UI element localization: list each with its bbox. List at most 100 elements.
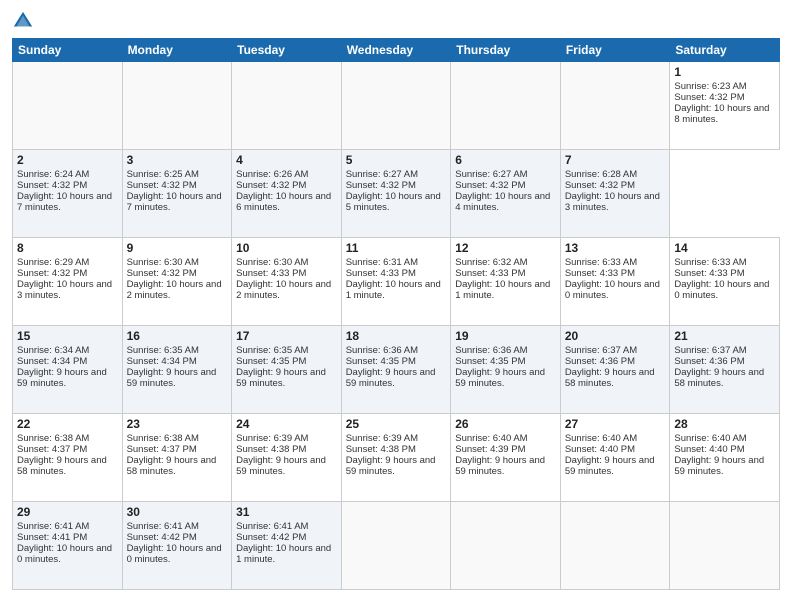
sunset-text: Sunset: 4:38 PM [236,444,306,455]
day-number: 28 [674,417,775,431]
daylight-text: Daylight: 10 hours and 3 minutes. [17,279,112,301]
calendar-week-row: 22 Sunrise: 6:38 AM Sunset: 4:37 PM Dayl… [13,414,780,502]
calendar-cell: 19 Sunrise: 6:36 AM Sunset: 4:35 PM Dayl… [451,326,561,414]
sunrise-text: Sunrise: 6:27 AM [455,169,527,180]
logo [12,10,36,32]
sunset-text: Sunset: 4:32 PM [17,180,87,191]
daylight-text: Daylight: 10 hours and 1 minute. [346,279,441,301]
sunset-text: Sunset: 4:40 PM [674,444,744,455]
sunset-text: Sunset: 4:32 PM [127,268,197,279]
daylight-text: Daylight: 10 hours and 5 minutes. [346,191,441,213]
day-number: 30 [127,505,228,519]
sunset-text: Sunset: 4:42 PM [236,532,306,543]
day-number: 9 [127,241,228,255]
daylight-text: Daylight: 10 hours and 2 minutes. [127,279,222,301]
calendar-header-row: SundayMondayTuesdayWednesdayThursdayFrid… [13,39,780,62]
sunrise-text: Sunrise: 6:40 AM [455,433,527,444]
calendar-cell: 4 Sunrise: 6:26 AM Sunset: 4:32 PM Dayli… [232,150,342,238]
day-number: 8 [17,241,118,255]
sunrise-text: Sunrise: 6:28 AM [565,169,637,180]
sunset-text: Sunset: 4:36 PM [674,356,744,367]
day-number: 14 [674,241,775,255]
calendar-cell: 7 Sunrise: 6:28 AM Sunset: 4:32 PM Dayli… [560,150,670,238]
sunrise-text: Sunrise: 6:39 AM [346,433,418,444]
sunset-text: Sunset: 4:35 PM [455,356,525,367]
sunrise-text: Sunrise: 6:39 AM [236,433,308,444]
calendar-cell: 8 Sunrise: 6:29 AM Sunset: 4:32 PM Dayli… [13,238,123,326]
sunset-text: Sunset: 4:33 PM [674,268,744,279]
calendar-header-monday: Monday [122,39,232,62]
calendar-cell [122,62,232,150]
calendar-week-row: 8 Sunrise: 6:29 AM Sunset: 4:32 PM Dayli… [13,238,780,326]
daylight-text: Daylight: 9 hours and 58 minutes. [565,367,655,389]
calendar-cell [341,62,451,150]
sunrise-text: Sunrise: 6:38 AM [127,433,199,444]
sunrise-text: Sunrise: 6:36 AM [455,345,527,356]
sunset-text: Sunset: 4:32 PM [674,92,744,103]
calendar-header-wednesday: Wednesday [341,39,451,62]
sunset-text: Sunset: 4:33 PM [565,268,635,279]
sunrise-text: Sunrise: 6:31 AM [346,257,418,268]
daylight-text: Daylight: 10 hours and 7 minutes. [17,191,112,213]
calendar-cell [451,62,561,150]
calendar-cell: 13 Sunrise: 6:33 AM Sunset: 4:33 PM Dayl… [560,238,670,326]
daylight-text: Daylight: 10 hours and 1 minute. [236,543,331,565]
sunrise-text: Sunrise: 6:33 AM [565,257,637,268]
calendar-cell: 31 Sunrise: 6:41 AM Sunset: 4:42 PM Dayl… [232,502,342,590]
day-number: 7 [565,153,666,167]
daylight-text: Daylight: 10 hours and 0 minutes. [127,543,222,565]
sunrise-text: Sunrise: 6:24 AM [17,169,89,180]
daylight-text: Daylight: 9 hours and 59 minutes. [127,367,217,389]
sunset-text: Sunset: 4:34 PM [127,356,197,367]
sunrise-text: Sunrise: 6:40 AM [674,433,746,444]
calendar-header-tuesday: Tuesday [232,39,342,62]
header [12,10,780,32]
calendar-header-sunday: Sunday [13,39,123,62]
day-number: 23 [127,417,228,431]
calendar-week-row: 29 Sunrise: 6:41 AM Sunset: 4:41 PM Dayl… [13,502,780,590]
sunrise-text: Sunrise: 6:26 AM [236,169,308,180]
day-number: 20 [565,329,666,343]
daylight-text: Daylight: 10 hours and 0 minutes. [565,279,660,301]
daylight-text: Daylight: 10 hours and 3 minutes. [565,191,660,213]
sunrise-text: Sunrise: 6:30 AM [127,257,199,268]
calendar-cell: 25 Sunrise: 6:39 AM Sunset: 4:38 PM Dayl… [341,414,451,502]
sunrise-text: Sunrise: 6:23 AM [674,81,746,92]
day-number: 25 [346,417,447,431]
sunset-text: Sunset: 4:37 PM [127,444,197,455]
calendar-cell: 27 Sunrise: 6:40 AM Sunset: 4:40 PM Dayl… [560,414,670,502]
calendar-header-saturday: Saturday [670,39,780,62]
daylight-text: Daylight: 10 hours and 0 minutes. [674,279,769,301]
daylight-text: Daylight: 9 hours and 59 minutes. [236,367,326,389]
daylight-text: Daylight: 10 hours and 0 minutes. [17,543,112,565]
calendar-table: SundayMondayTuesdayWednesdayThursdayFrid… [12,38,780,590]
day-number: 11 [346,241,447,255]
calendar-cell: 17 Sunrise: 6:35 AM Sunset: 4:35 PM Dayl… [232,326,342,414]
sunset-text: Sunset: 4:35 PM [346,356,416,367]
sunset-text: Sunset: 4:33 PM [346,268,416,279]
daylight-text: Daylight: 9 hours and 59 minutes. [674,455,764,477]
sunset-text: Sunset: 4:33 PM [455,268,525,279]
calendar-cell [560,502,670,590]
sunrise-text: Sunrise: 6:36 AM [346,345,418,356]
calendar-week-row: 2 Sunrise: 6:24 AM Sunset: 4:32 PM Dayli… [13,150,780,238]
calendar-cell [341,502,451,590]
daylight-text: Daylight: 10 hours and 4 minutes. [455,191,550,213]
calendar-cell: 14 Sunrise: 6:33 AM Sunset: 4:33 PM Dayl… [670,238,780,326]
daylight-text: Daylight: 9 hours and 59 minutes. [455,455,545,477]
daylight-text: Daylight: 9 hours and 59 minutes. [346,367,436,389]
sunset-text: Sunset: 4:35 PM [236,356,306,367]
calendar-cell: 16 Sunrise: 6:35 AM Sunset: 4:34 PM Dayl… [122,326,232,414]
day-number: 12 [455,241,556,255]
sunrise-text: Sunrise: 6:27 AM [346,169,418,180]
day-number: 29 [17,505,118,519]
logo-icon [12,10,34,32]
sunset-text: Sunset: 4:32 PM [127,180,197,191]
calendar-header-thursday: Thursday [451,39,561,62]
daylight-text: Daylight: 9 hours and 58 minutes. [674,367,764,389]
sunset-text: Sunset: 4:32 PM [17,268,87,279]
calendar-cell: 1 Sunrise: 6:23 AM Sunset: 4:32 PM Dayli… [670,62,780,150]
sunset-text: Sunset: 4:42 PM [127,532,197,543]
day-number: 24 [236,417,337,431]
sunrise-text: Sunrise: 6:41 AM [127,521,199,532]
